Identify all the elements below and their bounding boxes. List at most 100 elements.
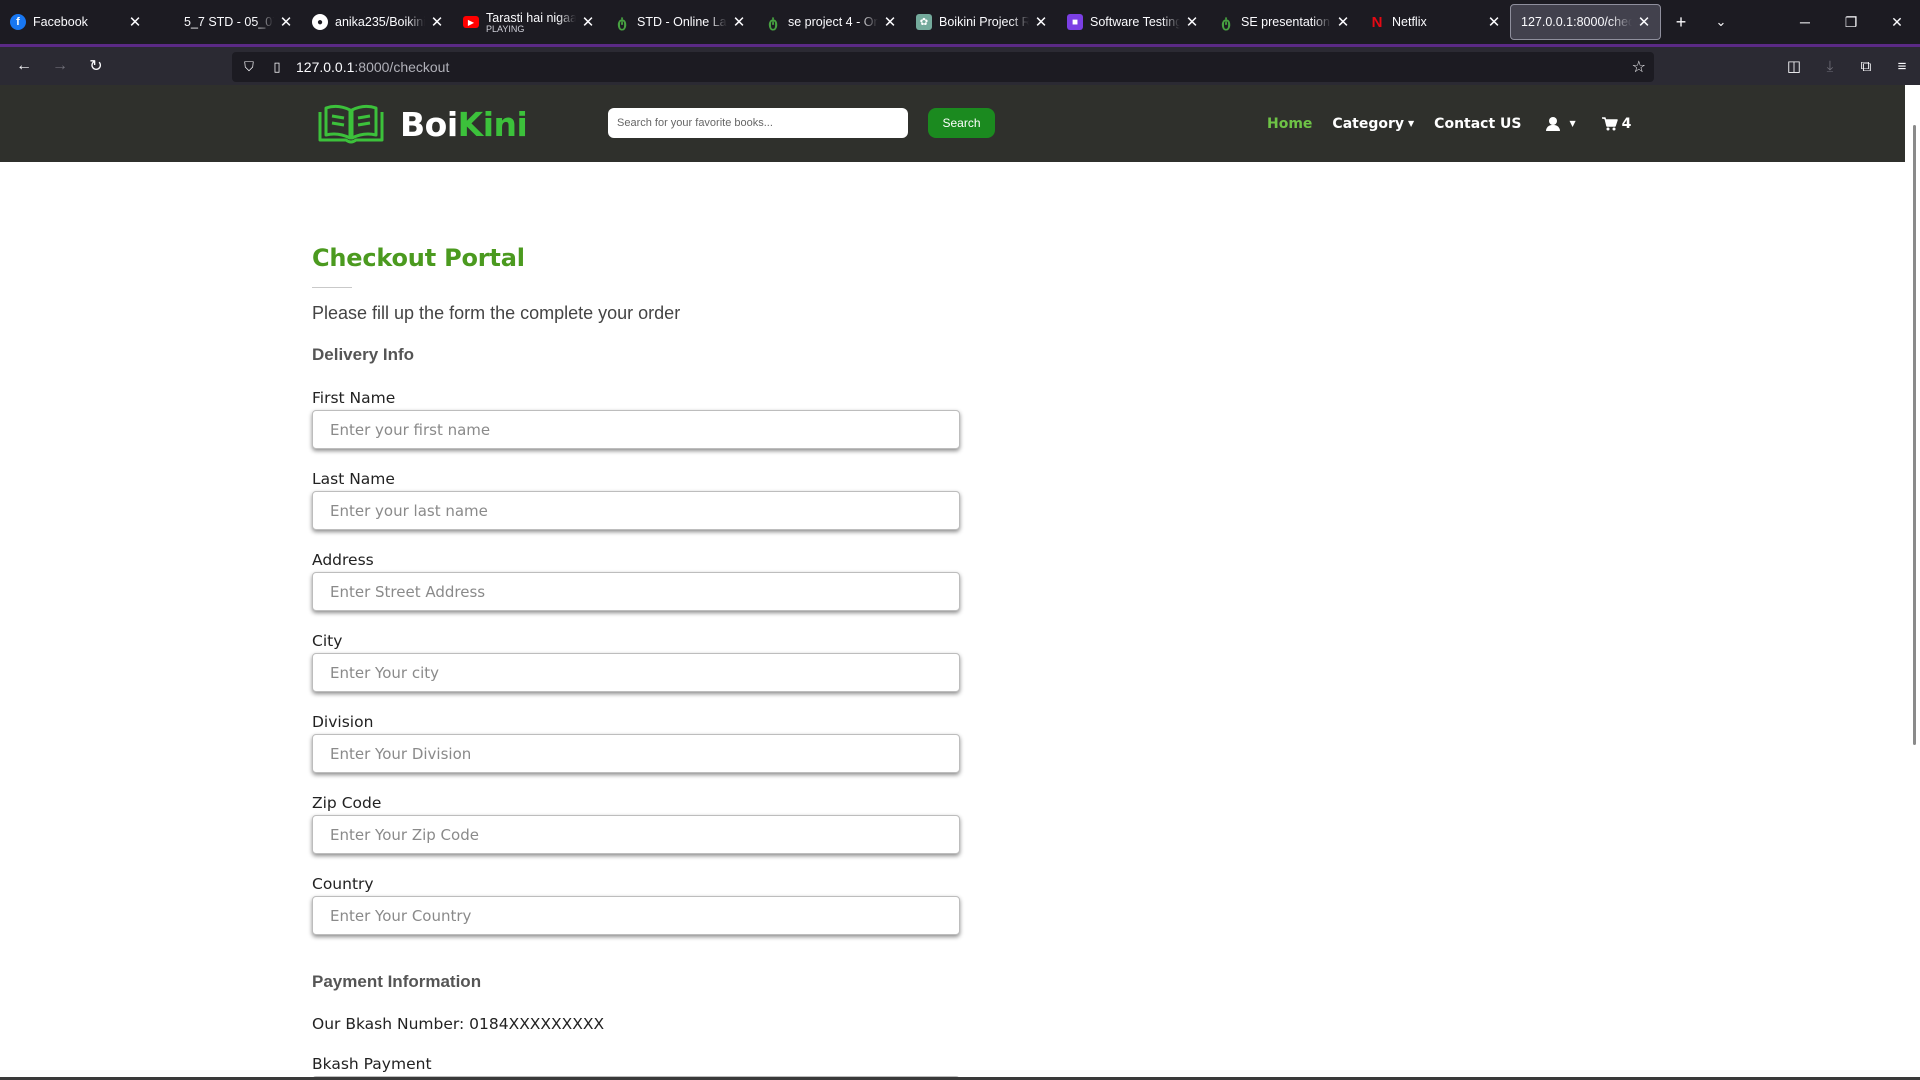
close-tab-icon[interactable]: ✕	[429, 13, 445, 31]
page-scrollbar[interactable]	[1905, 85, 1920, 1080]
netflix-icon: N	[1371, 13, 1383, 31]
page-title: Checkout Portal	[312, 244, 525, 272]
nav-category-dropdown[interactable]: Category ▼	[1332, 116, 1414, 132]
open-book-logo-icon	[318, 104, 384, 144]
tab-title: 5_7 STD - 05_07_Software	[184, 15, 274, 29]
tab-title: se project 4 - Online	[788, 15, 878, 29]
close-tab-icon[interactable]: ✕	[731, 13, 747, 31]
caret-down-icon: ▼	[1408, 119, 1415, 128]
browser-toolbar: ← → ↻ ⛉ ▯ 127.0.0.1:8000/checkout ☆ ◫ ⤓ …	[0, 44, 1920, 85]
first-name-label: First Name	[312, 389, 396, 407]
tab-overleaf-std[interactable]: ტ STD - Online LaTeX ✕	[604, 4, 755, 40]
tab-title: Netflix	[1392, 15, 1427, 29]
user-icon	[1545, 116, 1560, 131]
overleaf-icon: ტ	[617, 13, 627, 30]
tab-title: Tarasti hai nigaahenPLAYING	[486, 11, 576, 34]
url-host: 127.0.0.1	[296, 59, 355, 75]
github-icon: ●	[312, 14, 328, 30]
close-tab-icon[interactable]: ✕	[882, 13, 898, 31]
app-menu-icon[interactable]: ≡	[1884, 58, 1920, 75]
tab-title: Software Testing Lab	[1090, 15, 1180, 29]
payment-info-heading: Payment Information	[312, 972, 482, 991]
tab-std-document[interactable]: 5_7 STD - 05_07_Software ✕	[151, 4, 302, 40]
document-icon	[161, 14, 177, 30]
tab-chatgpt[interactable]: ✿ Boikini Project Report ✕	[906, 4, 1057, 40]
tab-playing-label: PLAYING	[486, 23, 525, 34]
url-path: :8000/checkout	[354, 59, 450, 75]
bkash-number-text: Our Bkash Number: 0184XXXXXXXXX	[312, 1015, 605, 1033]
tab-checkout-active[interactable]: 127.0.0.1:8000/checkout ✕	[1510, 4, 1661, 40]
youtube-icon: ▶	[463, 16, 479, 28]
bookmark-star-icon[interactable]: ☆	[1632, 57, 1646, 77]
first-name-input[interactable]	[312, 410, 960, 449]
chatgpt-icon: ✿	[916, 14, 932, 30]
user-menu-dropdown[interactable]: ▼	[1542, 116, 1576, 131]
address-label: Address	[312, 551, 374, 569]
overleaf-icon: ტ	[1221, 13, 1231, 30]
nav-contact[interactable]: Contact US	[1434, 116, 1521, 132]
division-input[interactable]	[312, 734, 960, 773]
tab-title: Facebook	[33, 15, 88, 29]
tab-overleaf-se-project[interactable]: ტ se project 4 - Online ✕	[755, 4, 906, 40]
window-close-icon[interactable]: ✕	[1874, 14, 1920, 31]
tab-github[interactable]: ● anika235/Boikini ✕	[302, 4, 453, 40]
close-tab-icon[interactable]: ✕	[278, 13, 294, 31]
zip-code-input[interactable]	[312, 815, 960, 854]
scrollbar-thumb[interactable]	[1913, 125, 1916, 745]
tab-list-chevron-icon[interactable]: ⌄	[1701, 14, 1741, 30]
tab-title: SE presentation - Online	[1241, 15, 1331, 29]
tab-title: STD - Online LaTeX	[637, 15, 727, 29]
nav-home[interactable]: Home	[1267, 116, 1312, 132]
forward-icon[interactable]: →	[42, 57, 78, 75]
tab-title: anika235/Boikini	[335, 15, 425, 29]
minimize-icon[interactable]: ─	[1782, 14, 1828, 30]
site-logo[interactable]: Boi Kini	[316, 102, 528, 146]
close-tab-icon[interactable]: ✕	[1486, 13, 1502, 31]
tab-facebook[interactable]: f Facebook ✕	[0, 4, 151, 40]
city-input[interactable]	[312, 653, 960, 692]
back-icon[interactable]: ←	[6, 57, 42, 75]
tab-title: Boikini Project Report	[939, 15, 1029, 29]
city-label: City	[312, 632, 343, 650]
close-tab-icon[interactable]: ✕	[1184, 13, 1200, 31]
new-tab-icon[interactable]: +	[1661, 12, 1701, 33]
overleaf-icon: ტ	[768, 13, 778, 30]
logo-text-boi: Boi	[400, 104, 458, 144]
pocket-icon[interactable]: ◫	[1776, 57, 1812, 75]
zip-code-label: Zip Code	[312, 794, 382, 812]
delivery-info-heading: Delivery Info	[312, 345, 415, 364]
cart-count: 4	[1621, 115, 1632, 132]
tab-title: 127.0.0.1:8000/checkout	[1521, 15, 1632, 29]
search-button[interactable]: Search	[928, 108, 995, 138]
country-input[interactable]	[312, 896, 960, 935]
page-subtitle: Please fill up the form the complete you…	[312, 303, 681, 323]
close-tab-icon[interactable]: ✕	[580, 13, 596, 31]
tab-overleaf-se-presentation[interactable]: ტ SE presentation - Online ✕	[1208, 4, 1359, 40]
nav-category-label: Category	[1332, 115, 1405, 132]
main-nav: Home Category ▼ Contact US ▼ 4	[1267, 85, 1651, 162]
reload-icon[interactable]: ↻	[78, 56, 114, 76]
page-icon: ▯	[273, 59, 281, 74]
close-tab-icon[interactable]: ✕	[1636, 13, 1652, 31]
close-tab-icon[interactable]: ✕	[1033, 13, 1049, 31]
extensions-icon[interactable]: ⧉	[1848, 58, 1884, 75]
tab-netflix[interactable]: N Netflix ✕	[1359, 4, 1510, 40]
close-tab-icon[interactable]: ✕	[127, 13, 143, 31]
window-controls: ─ ❐ ✕	[1782, 0, 1920, 44]
cart-link[interactable]: 4	[1601, 115, 1632, 132]
address-bar[interactable]: ⛉ ▯ 127.0.0.1:8000/checkout ☆	[232, 52, 1654, 82]
book-search-input[interactable]	[608, 108, 908, 138]
download-icon[interactable]: ⤓	[1812, 58, 1848, 75]
shield-icon[interactable]: ⛉	[238, 59, 260, 75]
title-divider	[312, 287, 352, 288]
address-input[interactable]	[312, 572, 960, 611]
restore-icon[interactable]: ❐	[1828, 14, 1874, 31]
caret-down-icon: ▼	[1569, 119, 1576, 128]
shopping-cart-icon	[1601, 116, 1618, 130]
tab-youtube[interactable]: ▶ Tarasti hai nigaahenPLAYING ✕	[453, 4, 604, 40]
toolbar-right-buttons: ◫ ⤓ ⧉ ≡	[1776, 47, 1920, 85]
last-name-input[interactable]	[312, 491, 960, 530]
tab-classroom[interactable]: ■ Software Testing Lab ✕	[1057, 4, 1208, 40]
country-label: Country	[312, 875, 374, 893]
close-tab-icon[interactable]: ✕	[1335, 13, 1351, 31]
